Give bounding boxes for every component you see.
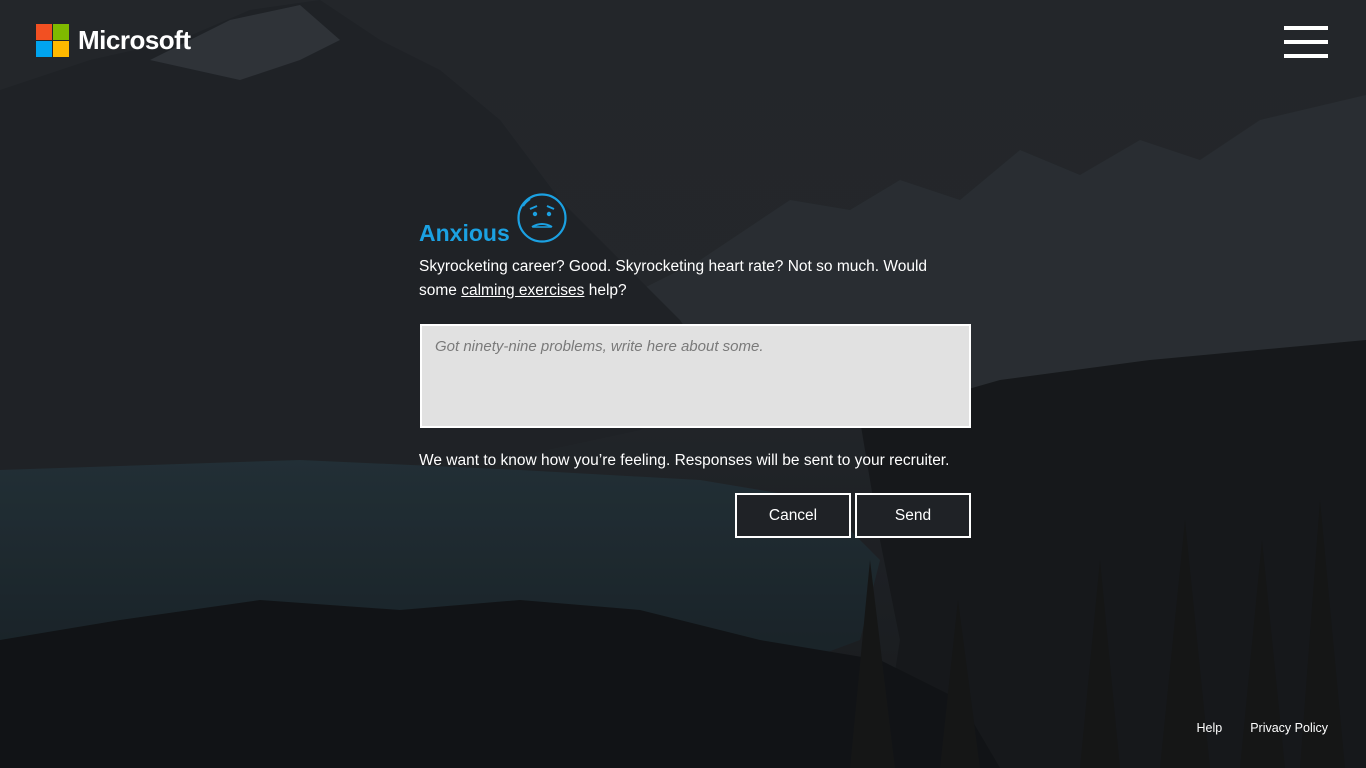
- windows-logo-icon: [36, 24, 69, 57]
- privacy-policy-link[interactable]: Privacy Policy: [1250, 721, 1328, 735]
- hamburger-menu-icon[interactable]: [1284, 26, 1328, 59]
- mood-header: Anxious: [419, 190, 971, 250]
- footer-links: Help Privacy Policy: [1196, 721, 1328, 735]
- logo-square-yellow: [53, 41, 69, 57]
- menu-line: [1284, 26, 1328, 30]
- calming-exercises-link[interactable]: calming exercises: [461, 282, 584, 299]
- anxious-face-icon: [517, 193, 567, 243]
- mood-feedback-panel: Anxious Skyrocketing career? Good. Skyro…: [419, 190, 971, 538]
- recruiter-notice: We want to know how you’re feeling. Resp…: [419, 452, 950, 469]
- mood-title: Anxious: [419, 220, 510, 246]
- logo-square-green: [53, 24, 69, 40]
- page: Microsoft Anxious Skyrocketing career? G…: [0, 0, 1366, 768]
- cancel-button[interactable]: Cancel: [735, 493, 851, 538]
- menu-line: [1284, 40, 1328, 44]
- brand-name: Microsoft: [78, 25, 191, 55]
- logo-square-red: [36, 24, 52, 40]
- send-button[interactable]: Send: [855, 493, 971, 538]
- microsoft-logo[interactable]: Microsoft: [36, 24, 191, 57]
- feeling-textarea[interactable]: [420, 324, 971, 428]
- form-actions: Cancel Send: [419, 493, 971, 538]
- logo-square-blue: [36, 41, 52, 57]
- help-link[interactable]: Help: [1196, 721, 1222, 735]
- menu-line: [1284, 54, 1328, 58]
- mood-description: Skyrocketing career? Good. Skyrocketing …: [419, 255, 959, 303]
- description-text-end: help?: [584, 282, 627, 299]
